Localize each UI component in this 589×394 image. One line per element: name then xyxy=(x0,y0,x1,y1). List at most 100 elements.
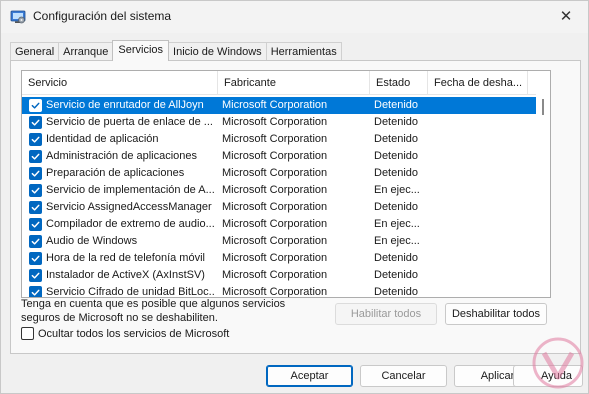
table-row[interactable]: Servicio AssignedAccessManager Microsoft … xyxy=(22,199,538,216)
service-manufacturer: Microsoft Corporation xyxy=(222,133,328,145)
service-name: Instalador de ActiveX (AxInstSV) xyxy=(46,269,205,281)
service-name: Identidad de aplicación xyxy=(46,133,159,145)
table-row[interactable]: Identidad de aplicación Microsoft Corpora… xyxy=(22,131,538,148)
table-row[interactable]: Audio de Windows Microsoft Corporation En … xyxy=(22,233,538,250)
service-checkbox[interactable] xyxy=(29,150,42,163)
tab-herramientas[interactable]: Herramientas xyxy=(265,42,342,61)
service-disabled-date xyxy=(432,216,528,233)
service-checkbox[interactable] xyxy=(29,167,42,180)
accept-button[interactable]: Aceptar xyxy=(266,365,353,387)
disable-all-button[interactable]: Deshabilitar todos xyxy=(445,303,547,325)
service-manufacturer: Microsoft Corporation xyxy=(222,184,328,196)
service-checkbox[interactable] xyxy=(29,133,42,146)
service-manufacturer: Microsoft Corporation xyxy=(222,286,328,298)
list-header: Servicio Fabricante Estado Fecha de desh… xyxy=(22,71,550,95)
table-row[interactable]: Hora de la red de telefonía móvil Microso… xyxy=(22,250,538,267)
checkmark-icon xyxy=(31,255,40,262)
system-config-window: Configuración del sistema ✕ General Arra… xyxy=(0,0,589,394)
services-panel: Servicio Fabricante Estado Fecha de desh… xyxy=(10,60,581,354)
checkmark-icon xyxy=(31,272,40,279)
service-name: Preparación de aplicaciones xyxy=(46,167,185,179)
table-row[interactable]: Servicio de implementación de A... Micros… xyxy=(22,182,538,199)
service-checkbox[interactable] xyxy=(29,99,42,112)
table-row[interactable]: Administración de aplicaciones Microsoft … xyxy=(22,148,538,165)
service-status: Detenido xyxy=(374,133,419,145)
tab-general[interactable]: General xyxy=(10,42,60,61)
service-disabled-date xyxy=(432,267,528,284)
service-name: Servicio de implementación de A... xyxy=(46,184,214,196)
service-name: Servicio de puerta de enlace de ... xyxy=(46,116,213,128)
table-row[interactable]: Preparación de aplicaciones Microsoft Cor… xyxy=(22,165,538,182)
column-header-estado[interactable]: Estado xyxy=(370,71,428,95)
hide-microsoft-services[interactable]: Ocultar todos los servicios de Microsoft xyxy=(21,327,229,340)
service-disabled-date xyxy=(432,97,528,114)
service-status: En ejec... xyxy=(374,235,420,247)
service-disabled-date xyxy=(432,250,528,267)
service-disabled-date xyxy=(432,131,528,148)
service-status: Detenido xyxy=(374,252,419,264)
service-disabled-date xyxy=(432,284,528,297)
service-manufacturer: Microsoft Corporation xyxy=(222,252,328,264)
table-row[interactable]: Servicio de enrutador de AllJoyn Microsof… xyxy=(22,97,538,114)
checkmark-icon xyxy=(31,119,40,126)
service-checkbox[interactable] xyxy=(29,201,42,214)
enable-all-button[interactable]: Habilitar todos xyxy=(335,303,437,325)
service-disabled-date xyxy=(432,165,528,182)
service-status: Detenido xyxy=(374,116,419,128)
checkmark-icon xyxy=(31,204,40,211)
hide-ms-label: Ocultar todos los servicios de Microsoft xyxy=(38,327,230,340)
services-listview[interactable]: Servicio Fabricante Estado Fecha de desh… xyxy=(21,70,551,298)
tab-arranque[interactable]: Arranque xyxy=(58,42,114,61)
column-header-fecha[interactable]: Fecha de desha... xyxy=(428,71,528,95)
service-disabled-date xyxy=(432,114,528,131)
table-row[interactable]: Servicio Cifrado de unidad BitLoc... Micr… xyxy=(22,284,538,298)
close-button[interactable]: ✕ xyxy=(544,1,588,31)
service-name: Hora de la red de telefonía móvil xyxy=(46,252,205,264)
checkmark-icon xyxy=(31,170,40,177)
tab-servicios[interactable]: Servicios xyxy=(112,40,170,61)
tab-strip: General Arranque Servicios Inicio de Win… xyxy=(10,40,342,61)
service-checkbox[interactable] xyxy=(29,116,42,129)
vertical-scrollbar[interactable] xyxy=(536,71,550,297)
list-body: Servicio de enrutador de AllJoyn Microsof… xyxy=(22,97,538,298)
checkmark-icon xyxy=(31,153,40,160)
service-status: Detenido xyxy=(374,167,419,179)
service-status: Detenido xyxy=(374,99,419,111)
hide-ms-checkbox[interactable] xyxy=(21,327,34,340)
service-status: En ejec... xyxy=(374,218,420,230)
watermark-logo xyxy=(532,337,584,389)
column-header-servicio[interactable]: Servicio xyxy=(22,71,218,95)
warning-note: Tenga en cuenta que es posible que algun… xyxy=(21,298,286,324)
service-manufacturer: Microsoft Corporation xyxy=(222,167,328,179)
checkmark-icon xyxy=(31,221,40,228)
service-name: Servicio de enrutador de AllJoyn xyxy=(46,99,204,111)
title-bar: Configuración del sistema ✕ xyxy=(1,1,588,33)
service-disabled-date xyxy=(432,233,528,250)
scrollbar-thumb[interactable] xyxy=(542,99,544,115)
column-header-fabricante[interactable]: Fabricante xyxy=(218,71,370,95)
service-checkbox[interactable] xyxy=(29,235,42,248)
service-name: Audio de Windows xyxy=(46,235,138,247)
service-name: Servicio AssignedAccessManager xyxy=(46,201,212,213)
service-checkbox[interactable] xyxy=(29,269,42,282)
table-row[interactable]: Compilador de extremo de audio... Microso… xyxy=(22,216,538,233)
system-config-icon xyxy=(10,10,26,24)
service-checkbox[interactable] xyxy=(29,184,42,197)
table-row[interactable]: Servicio de puerta de enlace de ... Micro… xyxy=(22,114,538,131)
service-manufacturer: Microsoft Corporation xyxy=(222,269,328,281)
service-status: Detenido xyxy=(374,150,419,162)
close-icon: ✕ xyxy=(559,8,573,25)
cancel-button[interactable]: Cancelar xyxy=(360,365,447,387)
service-checkbox[interactable] xyxy=(29,252,42,265)
service-status: Detenido xyxy=(374,269,419,281)
service-status: En ejec... xyxy=(374,184,420,196)
tab-inicio-de-windows[interactable]: Inicio de Windows xyxy=(168,42,267,61)
window-title: Configuración del sistema xyxy=(33,9,172,23)
service-status: Detenido xyxy=(374,286,419,298)
table-row[interactable]: Instalador de ActiveX (AxInstSV) Microsof… xyxy=(22,267,538,284)
checkmark-icon xyxy=(31,289,40,296)
service-disabled-date xyxy=(432,182,528,199)
service-checkbox[interactable] xyxy=(29,218,42,231)
service-manufacturer: Microsoft Corporation xyxy=(222,235,328,247)
service-manufacturer: Microsoft Corporation xyxy=(222,99,328,111)
